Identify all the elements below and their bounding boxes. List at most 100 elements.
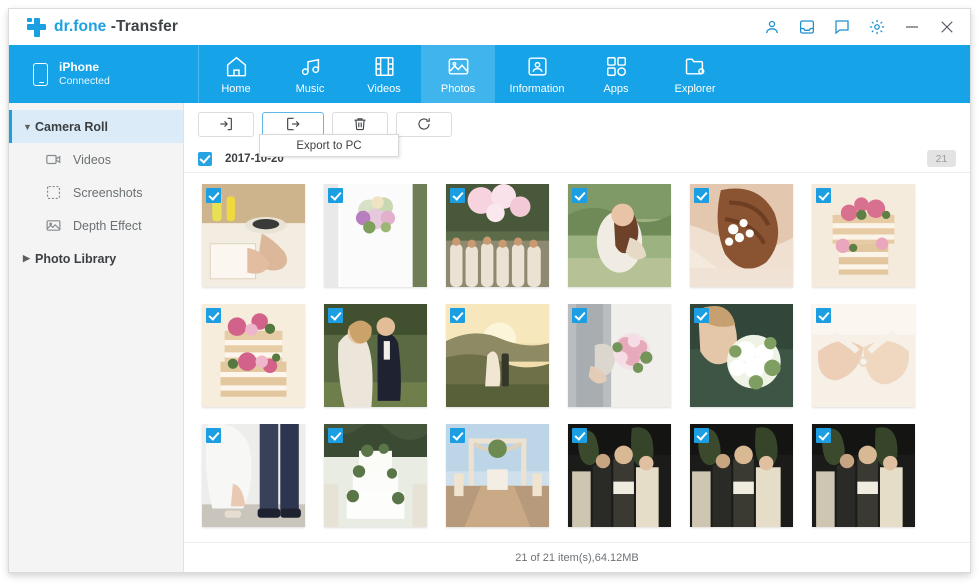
tab-information[interactable]: Information bbox=[495, 45, 579, 103]
tab-home-label: Home bbox=[221, 83, 250, 95]
photo-thumbnail[interactable] bbox=[568, 424, 671, 527]
minimize-icon[interactable] bbox=[903, 18, 921, 36]
brand-primary: dr.fone bbox=[54, 18, 106, 35]
photo-checkbox[interactable] bbox=[816, 308, 831, 323]
inbox-icon[interactable] bbox=[798, 18, 816, 36]
app-brand: dr.fone -Transfer bbox=[27, 18, 178, 37]
action-toolbar: Export to PC bbox=[184, 103, 970, 145]
photo-checkbox[interactable] bbox=[206, 428, 221, 443]
tab-apps[interactable]: Apps bbox=[579, 45, 653, 103]
photo-thumbnail[interactable] bbox=[202, 184, 305, 287]
export-arrow-icon bbox=[285, 116, 301, 132]
tab-music-label: Music bbox=[296, 83, 325, 95]
photo-thumbnail[interactable] bbox=[690, 424, 793, 527]
settings-gear-icon[interactable] bbox=[868, 18, 886, 36]
photo-thumbnail[interactable] bbox=[812, 424, 915, 527]
trash-icon bbox=[352, 116, 368, 132]
delete-button[interactable] bbox=[332, 112, 388, 137]
group-select-checkbox[interactable] bbox=[198, 152, 212, 166]
home-icon bbox=[224, 54, 249, 79]
photo-thumbnail[interactable] bbox=[446, 424, 549, 527]
apps-grid-icon bbox=[604, 54, 629, 79]
sidebar-item-videos[interactable]: Videos bbox=[9, 143, 183, 176]
photo-thumbnail[interactable] bbox=[446, 184, 549, 287]
photo-thumbnail[interactable] bbox=[324, 184, 427, 287]
photo-checkbox[interactable] bbox=[572, 308, 587, 323]
photo-thumbnail[interactable] bbox=[568, 184, 671, 287]
photo-checkbox[interactable] bbox=[694, 308, 709, 323]
sidebar-item-photo-library[interactable]: Photo Library bbox=[9, 242, 183, 275]
photo-thumbnail[interactable] bbox=[202, 304, 305, 407]
export-tooltip: Export to PC bbox=[259, 134, 399, 157]
sidebar-item-screenshots-label: Screenshots bbox=[73, 186, 142, 200]
photo-thumbnail[interactable] bbox=[812, 304, 915, 407]
photo-checkbox[interactable] bbox=[694, 188, 709, 203]
photo-checkbox[interactable] bbox=[328, 428, 343, 443]
sidebar-item-camera-roll-label: Camera Roll bbox=[35, 120, 108, 134]
photo-checkbox[interactable] bbox=[450, 428, 465, 443]
photo-image-icon bbox=[446, 54, 471, 79]
photo-grid-scroll[interactable] bbox=[184, 173, 970, 542]
sidebar-item-camera-roll[interactable]: Camera Roll bbox=[9, 110, 183, 143]
tab-videos[interactable]: Videos bbox=[347, 45, 421, 103]
refresh-icon bbox=[416, 116, 432, 132]
tab-music[interactable]: Music bbox=[273, 45, 347, 103]
photo-checkbox[interactable] bbox=[694, 428, 709, 443]
sidebar-item-videos-label: Videos bbox=[73, 153, 111, 167]
tab-apps-label: Apps bbox=[603, 83, 628, 95]
feedback-icon[interactable] bbox=[833, 18, 851, 36]
status-text: 21 of 21 item(s),64.12MB bbox=[515, 552, 639, 564]
photo-thumbnail[interactable] bbox=[812, 184, 915, 287]
photo-checkbox[interactable] bbox=[328, 188, 343, 203]
photo-thumbnail[interactable] bbox=[690, 184, 793, 287]
tab-explorer-label: Explorer bbox=[675, 83, 716, 95]
device-connection-status: Connected bbox=[59, 75, 110, 88]
export-tooltip-text: Export to PC bbox=[296, 140, 361, 152]
account-icon[interactable] bbox=[763, 18, 781, 36]
tab-home[interactable]: Home bbox=[199, 45, 273, 103]
import-arrow-icon bbox=[218, 116, 234, 132]
photo-checkbox[interactable] bbox=[572, 428, 587, 443]
tab-videos-label: Videos bbox=[367, 83, 400, 95]
photo-thumbnail[interactable] bbox=[324, 424, 427, 527]
film-strip-icon bbox=[372, 54, 397, 79]
photo-thumbnail[interactable] bbox=[324, 304, 427, 407]
device-status[interactable]: iPhone Connected bbox=[9, 45, 199, 103]
sidebar-item-photo-library-label: Photo Library bbox=[35, 252, 116, 266]
refresh-button[interactable] bbox=[396, 112, 452, 137]
music-note-icon bbox=[298, 54, 323, 79]
video-camera-icon bbox=[45, 151, 62, 168]
window-actions bbox=[763, 18, 956, 36]
sidebar-item-depth-effect-label: Depth Effect bbox=[73, 219, 142, 233]
photo-thumbnail[interactable] bbox=[446, 304, 549, 407]
content-panel: Export to PC 2017-10-20 21 bbox=[184, 103, 970, 572]
photo-checkbox[interactable] bbox=[572, 188, 587, 203]
app-window: dr.fone -Transfer bbox=[8, 8, 971, 573]
status-bar: 21 of 21 item(s),64.12MB bbox=[184, 542, 970, 572]
import-button[interactable] bbox=[198, 112, 254, 137]
chevron-down-icon[interactable] bbox=[23, 122, 35, 132]
tab-photos[interactable]: Photos bbox=[421, 45, 495, 103]
app-body: Camera Roll Videos Screenshots Depth Eff… bbox=[9, 103, 970, 572]
photo-checkbox[interactable] bbox=[206, 308, 221, 323]
photo-checkbox[interactable] bbox=[450, 308, 465, 323]
group-count-badge: 21 bbox=[927, 150, 956, 167]
photo-checkbox[interactable] bbox=[450, 188, 465, 203]
chevron-right-icon[interactable] bbox=[23, 253, 35, 264]
close-icon[interactable] bbox=[938, 18, 956, 36]
sidebar-item-depth-effect[interactable]: Depth Effect bbox=[9, 209, 183, 242]
export-button[interactable] bbox=[262, 112, 324, 137]
title-bar: dr.fone -Transfer bbox=[9, 9, 970, 45]
tab-explorer[interactable]: Explorer bbox=[653, 45, 737, 103]
photo-checkbox[interactable] bbox=[206, 188, 221, 203]
tab-information-label: Information bbox=[509, 83, 564, 95]
photo-checkbox[interactable] bbox=[816, 428, 831, 443]
sidebar-item-screenshots[interactable]: Screenshots bbox=[9, 176, 183, 209]
photo-thumbnail[interactable] bbox=[690, 304, 793, 407]
sidebar: Camera Roll Videos Screenshots Depth Eff… bbox=[9, 103, 184, 572]
photo-thumbnail[interactable] bbox=[568, 304, 671, 407]
depth-image-icon bbox=[45, 217, 62, 234]
photo-thumbnail[interactable] bbox=[202, 424, 305, 527]
photo-checkbox[interactable] bbox=[816, 188, 831, 203]
photo-checkbox[interactable] bbox=[328, 308, 343, 323]
